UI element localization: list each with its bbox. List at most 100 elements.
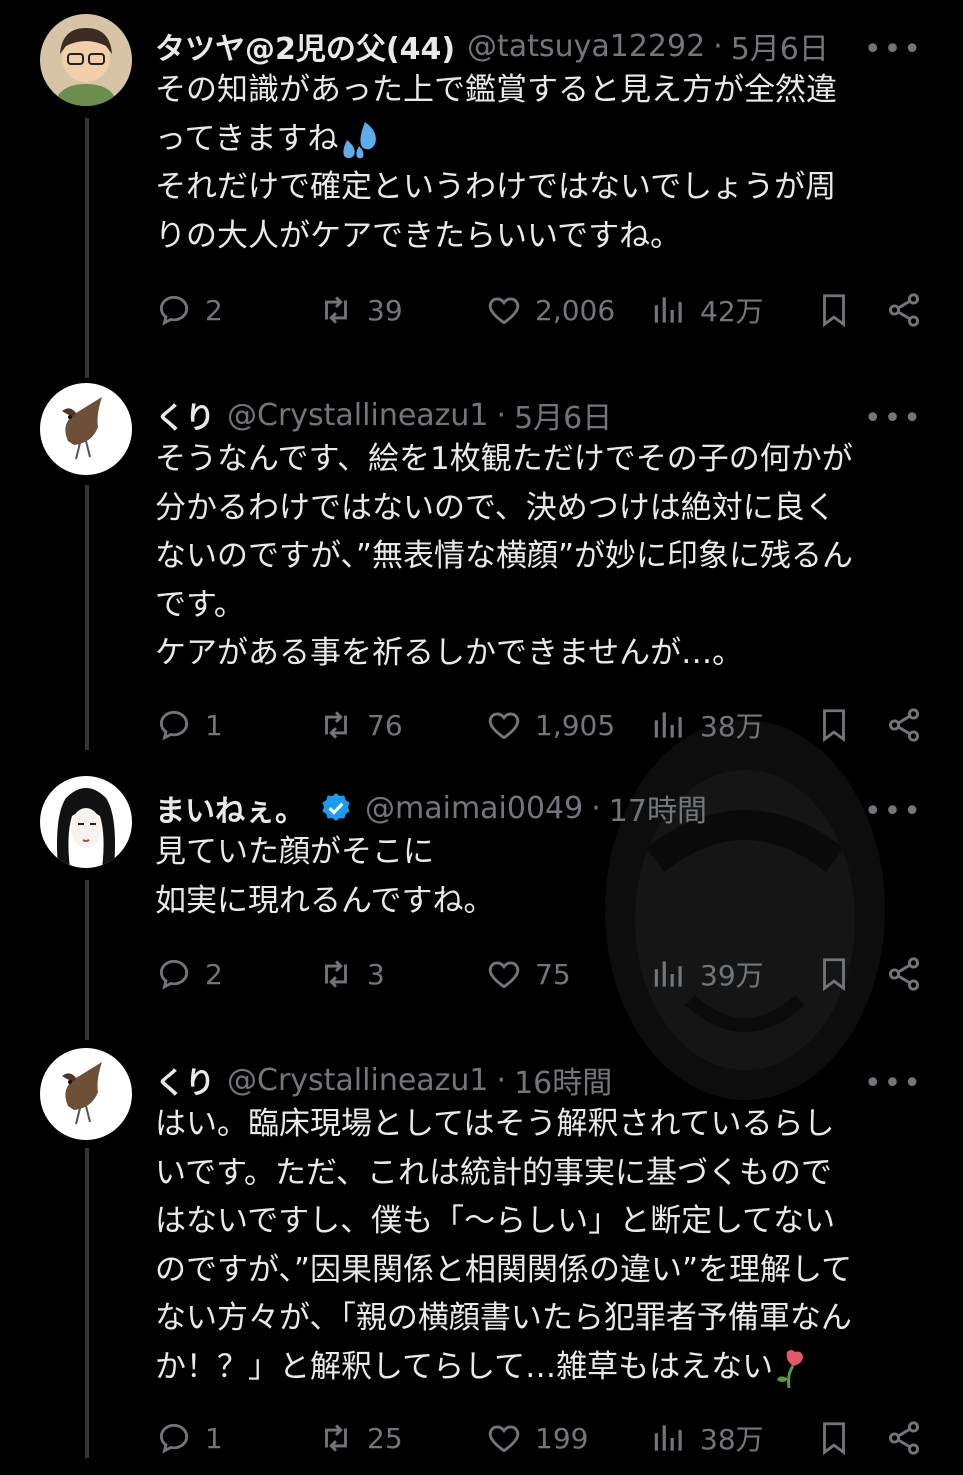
post[interactable]: まいねぇ。 @maimai0049 · 17時間 ••• 見ていた顔がそこに 如…	[0, 776, 963, 1016]
timestamp[interactable]: 5月6日	[514, 393, 612, 437]
reply-count: 2	[205, 293, 223, 327]
avatar[interactable]	[40, 383, 132, 475]
timestamp[interactable]: 5月6日	[731, 24, 829, 68]
text-line: ない方々が、「親の横顔書いたら犯罪者予備軍なん	[155, 1300, 852, 1336]
post-text: 見ていた顔がそこに 如実に現れるんですね。	[155, 828, 933, 925]
timestamp[interactable]: 16時間	[514, 1058, 612, 1102]
repost-button[interactable]: 76	[317, 705, 403, 745]
text-line: りの大人がケアできたらいいですね。	[155, 217, 682, 254]
reply-button[interactable]: 2	[155, 954, 223, 994]
more-options-icon[interactable]: •••	[864, 794, 923, 829]
like-button[interactable]: 75	[485, 954, 571, 994]
post-header: まいねぇ。 @maimai0049 · 17時間	[155, 786, 933, 830]
text-line: その知識があった上で鑑賞すると見え方が全然違	[155, 72, 837, 108]
text-line: です。	[155, 586, 245, 623]
views-button[interactable]: 42万	[650, 290, 764, 330]
text-line: ケアがある事を祈るしかできませんが…。	[155, 635, 744, 671]
display-name[interactable]: くり	[155, 393, 215, 437]
wilted-flower-icon	[777, 1350, 804, 1388]
reply-icon	[159, 710, 189, 741]
bookmark-icon	[823, 294, 845, 328]
like-count: 2,006	[535, 293, 616, 327]
reply-count: 1	[205, 1421, 223, 1455]
post[interactable]: くり @Crystallineazu1 · 5月6日 ••• そうなんです、絵を…	[0, 383, 963, 763]
like-button[interactable]: 1,905	[485, 705, 615, 745]
bookmark-button[interactable]	[815, 954, 865, 994]
repost-button[interactable]: 3	[317, 954, 385, 994]
share-button[interactable]	[885, 705, 935, 745]
like-button[interactable]: 2,006	[485, 290, 615, 330]
text-line: そうなんです、絵を1枚観ただけでその子の何かが	[155, 441, 853, 477]
more-options-icon[interactable]: •••	[864, 1066, 923, 1101]
text-line: 見ていた顔がそこに	[155, 834, 434, 870]
reply-button[interactable]: 2	[155, 290, 223, 330]
avatar[interactable]	[40, 776, 132, 868]
views-chart-icon	[654, 712, 682, 738]
separator: ·	[496, 1062, 507, 1098]
share-icon	[888, 957, 920, 991]
bookmark-button[interactable]	[815, 290, 865, 330]
views-chart-icon	[654, 1425, 682, 1451]
share-icon	[888, 708, 920, 742]
avatar[interactable]	[40, 1048, 132, 1140]
heart-icon	[488, 712, 520, 740]
text-line: ないのですが、”無表情な横顔”が妙に印象に残るん	[155, 538, 853, 574]
heart-icon	[488, 297, 520, 325]
views-button[interactable]: 38万	[650, 1418, 764, 1458]
views-button[interactable]: 39万	[650, 954, 764, 994]
share-button[interactable]	[885, 954, 935, 994]
user-handle[interactable]: @tatsuya12292	[467, 29, 705, 64]
post[interactable]: くり @Crystallineazu1 · 16時間 ••• はい。臨床現場とし…	[0, 1048, 963, 1468]
display-name[interactable]: まいねぇ。	[155, 786, 305, 830]
action-bar: 1 76 1,905 38万	[155, 705, 923, 745]
text-line: 分かるわけではないので、決めつけは絶対に良く	[155, 489, 836, 526]
repost-icon	[325, 960, 347, 988]
views-chart-icon	[654, 961, 682, 987]
reply-count: 1	[205, 708, 223, 742]
like-button[interactable]: 199	[485, 1418, 588, 1458]
bookmark-icon	[823, 958, 845, 992]
reply-button[interactable]: 1	[155, 705, 223, 745]
like-count: 75	[535, 957, 571, 991]
text-line: それだけで確定というわけではないでしょうが周	[155, 169, 837, 205]
action-bar: 2 39 2,006 42万	[155, 290, 923, 330]
repost-count: 25	[367, 1421, 403, 1455]
more-options-icon[interactable]: •••	[864, 32, 923, 67]
heart-icon	[488, 961, 520, 989]
post-text: そうなんです、絵を1枚観ただけでその子の何かが 分かるわけではないので、決めつけ…	[155, 435, 933, 678]
repost-icon	[325, 296, 347, 324]
separator: ·	[713, 28, 723, 64]
heart-icon	[488, 1425, 520, 1453]
text-line: いです。ただ、これは統計的事実に基づくもので	[155, 1154, 833, 1191]
sweat-droplets-icon	[342, 122, 376, 159]
repost-icon	[325, 711, 347, 739]
display-name[interactable]: タツヤ@2児の父(44)	[155, 24, 455, 68]
post-header: タツヤ@2児の父(44) @tatsuya12292 · 5月6日	[155, 24, 933, 68]
bookmark-button[interactable]	[815, 705, 865, 745]
share-button[interactable]	[885, 290, 935, 330]
user-handle[interactable]: @Crystallineazu1	[227, 398, 489, 433]
like-count: 1,905	[535, 708, 616, 742]
post-text: その知識があった上で鑑賞すると見え方が全然違 ってきますね それだけで確定という…	[155, 66, 933, 260]
timestamp[interactable]: 17時間	[609, 786, 707, 830]
bookmark-icon	[823, 709, 845, 743]
user-handle[interactable]: @Crystallineazu1	[227, 1063, 489, 1098]
repost-icon	[325, 1424, 347, 1452]
display-name[interactable]: くり	[155, 1058, 215, 1102]
share-icon	[888, 293, 920, 327]
post[interactable]: タツヤ@2児の父(44) @tatsuya12292 · 5月6日 ••• その…	[0, 14, 963, 344]
verified-badge-icon	[322, 793, 350, 821]
repost-button[interactable]: 39	[317, 290, 403, 330]
views-button[interactable]: 38万	[650, 705, 764, 745]
share-button[interactable]	[885, 1418, 935, 1458]
like-count: 199	[535, 1421, 589, 1455]
bookmark-button[interactable]	[815, 1418, 865, 1458]
bookmark-icon	[823, 1422, 845, 1456]
repost-button[interactable]: 25	[317, 1418, 403, 1458]
more-options-icon[interactable]: •••	[864, 401, 923, 436]
view-count: 38万	[700, 1423, 764, 1456]
user-handle[interactable]: @maimai0049	[365, 791, 583, 826]
avatar[interactable]	[40, 14, 132, 106]
reply-button[interactable]: 1	[155, 1418, 223, 1458]
text-line: はい。臨床現場としてはそう解釈されているらし	[155, 1106, 835, 1142]
